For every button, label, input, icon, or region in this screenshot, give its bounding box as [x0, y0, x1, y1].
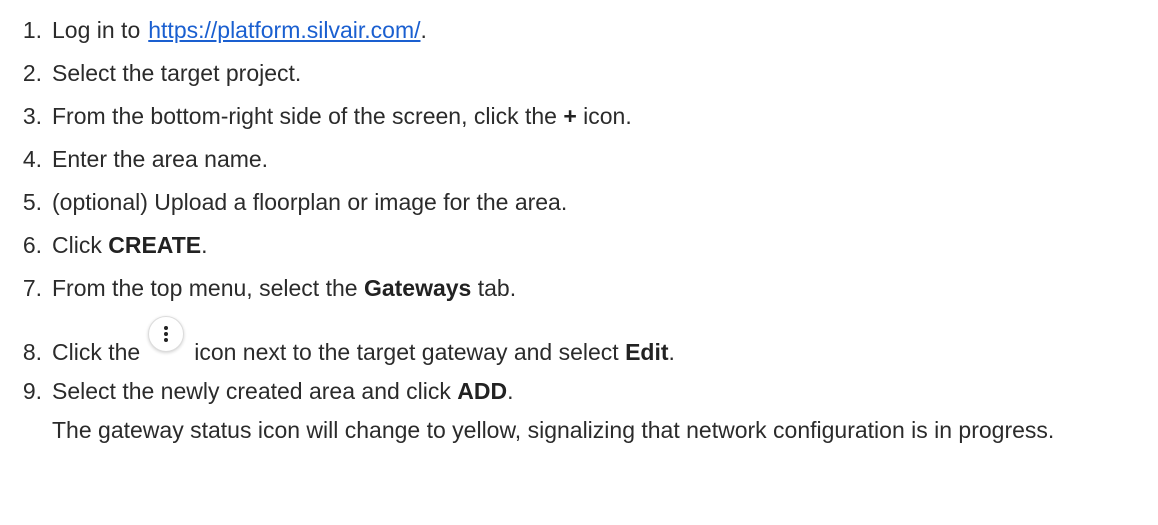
step-number: 7. [22, 275, 42, 301]
step-3: 3. From the bottom-right side of the scre… [0, 98, 1158, 134]
step-text-end: . [420, 17, 427, 43]
step-number: 6. [22, 232, 42, 258]
step-text: (optional) Upload a floorplan or image f… [52, 189, 568, 215]
step-9: 9. Select the newly created area and clic… [0, 373, 1158, 409]
step-text-end: . [201, 232, 208, 258]
edit-label: Edit [625, 339, 669, 365]
step-1: 1. Log in to https://platform.silvair.com/… [0, 12, 1158, 48]
step-text: Enter the area name. [52, 146, 269, 172]
step-text: Select the target project. [52, 60, 302, 86]
step-text-mid: icon next to the target gateway and sele… [194, 339, 619, 365]
more-vertical-icon [148, 316, 185, 352]
step-9-note: The gateway status icon will change to y… [52, 417, 1055, 443]
step-number: 9. [22, 378, 42, 404]
step-text-end: . [507, 378, 514, 404]
step-4: 4. Enter the area name. [0, 141, 1158, 177]
step-number: 4. [22, 146, 42, 172]
step-number: 3. [22, 103, 42, 129]
step-number: 2. [22, 60, 42, 86]
step-6: 6. Click CREATE. [0, 227, 1158, 263]
step-2: 2. Select the target project. [0, 55, 1158, 91]
step-text-end: icon. [583, 103, 632, 129]
step-8: 8. Click the icon next to the target gatew… [0, 316, 1158, 370]
step-7: 7. From the top menu, select the Gateways… [0, 270, 1158, 306]
step-text: Click [52, 232, 102, 258]
step-text-end: tab. [477, 275, 517, 301]
step-text-end: . [668, 339, 675, 365]
add-label: ADD [457, 378, 508, 404]
step-text: Select the newly created area and click [52, 378, 451, 404]
plus-label: + [563, 103, 577, 129]
gateways-label: Gateways [363, 275, 472, 301]
step-text: From the bottom-right side of the screen… [52, 103, 557, 129]
step-5: 5. (optional) Upload a floorplan or image… [0, 184, 1158, 220]
step-number: 1. [22, 17, 42, 43]
step-number: 5. [22, 189, 42, 215]
step-number: 8. [22, 339, 42, 365]
platform-link[interactable]: https://platform.silvair.com/ [148, 17, 420, 43]
step-text: Click the [52, 339, 141, 365]
create-label: CREATE [108, 232, 202, 258]
instruction-steps-list: 1. Log in to https://platform.silvair.com/… [0, 0, 1158, 525]
step-text: From the top menu, select the [52, 275, 358, 301]
step-text: Log in to [52, 17, 141, 43]
